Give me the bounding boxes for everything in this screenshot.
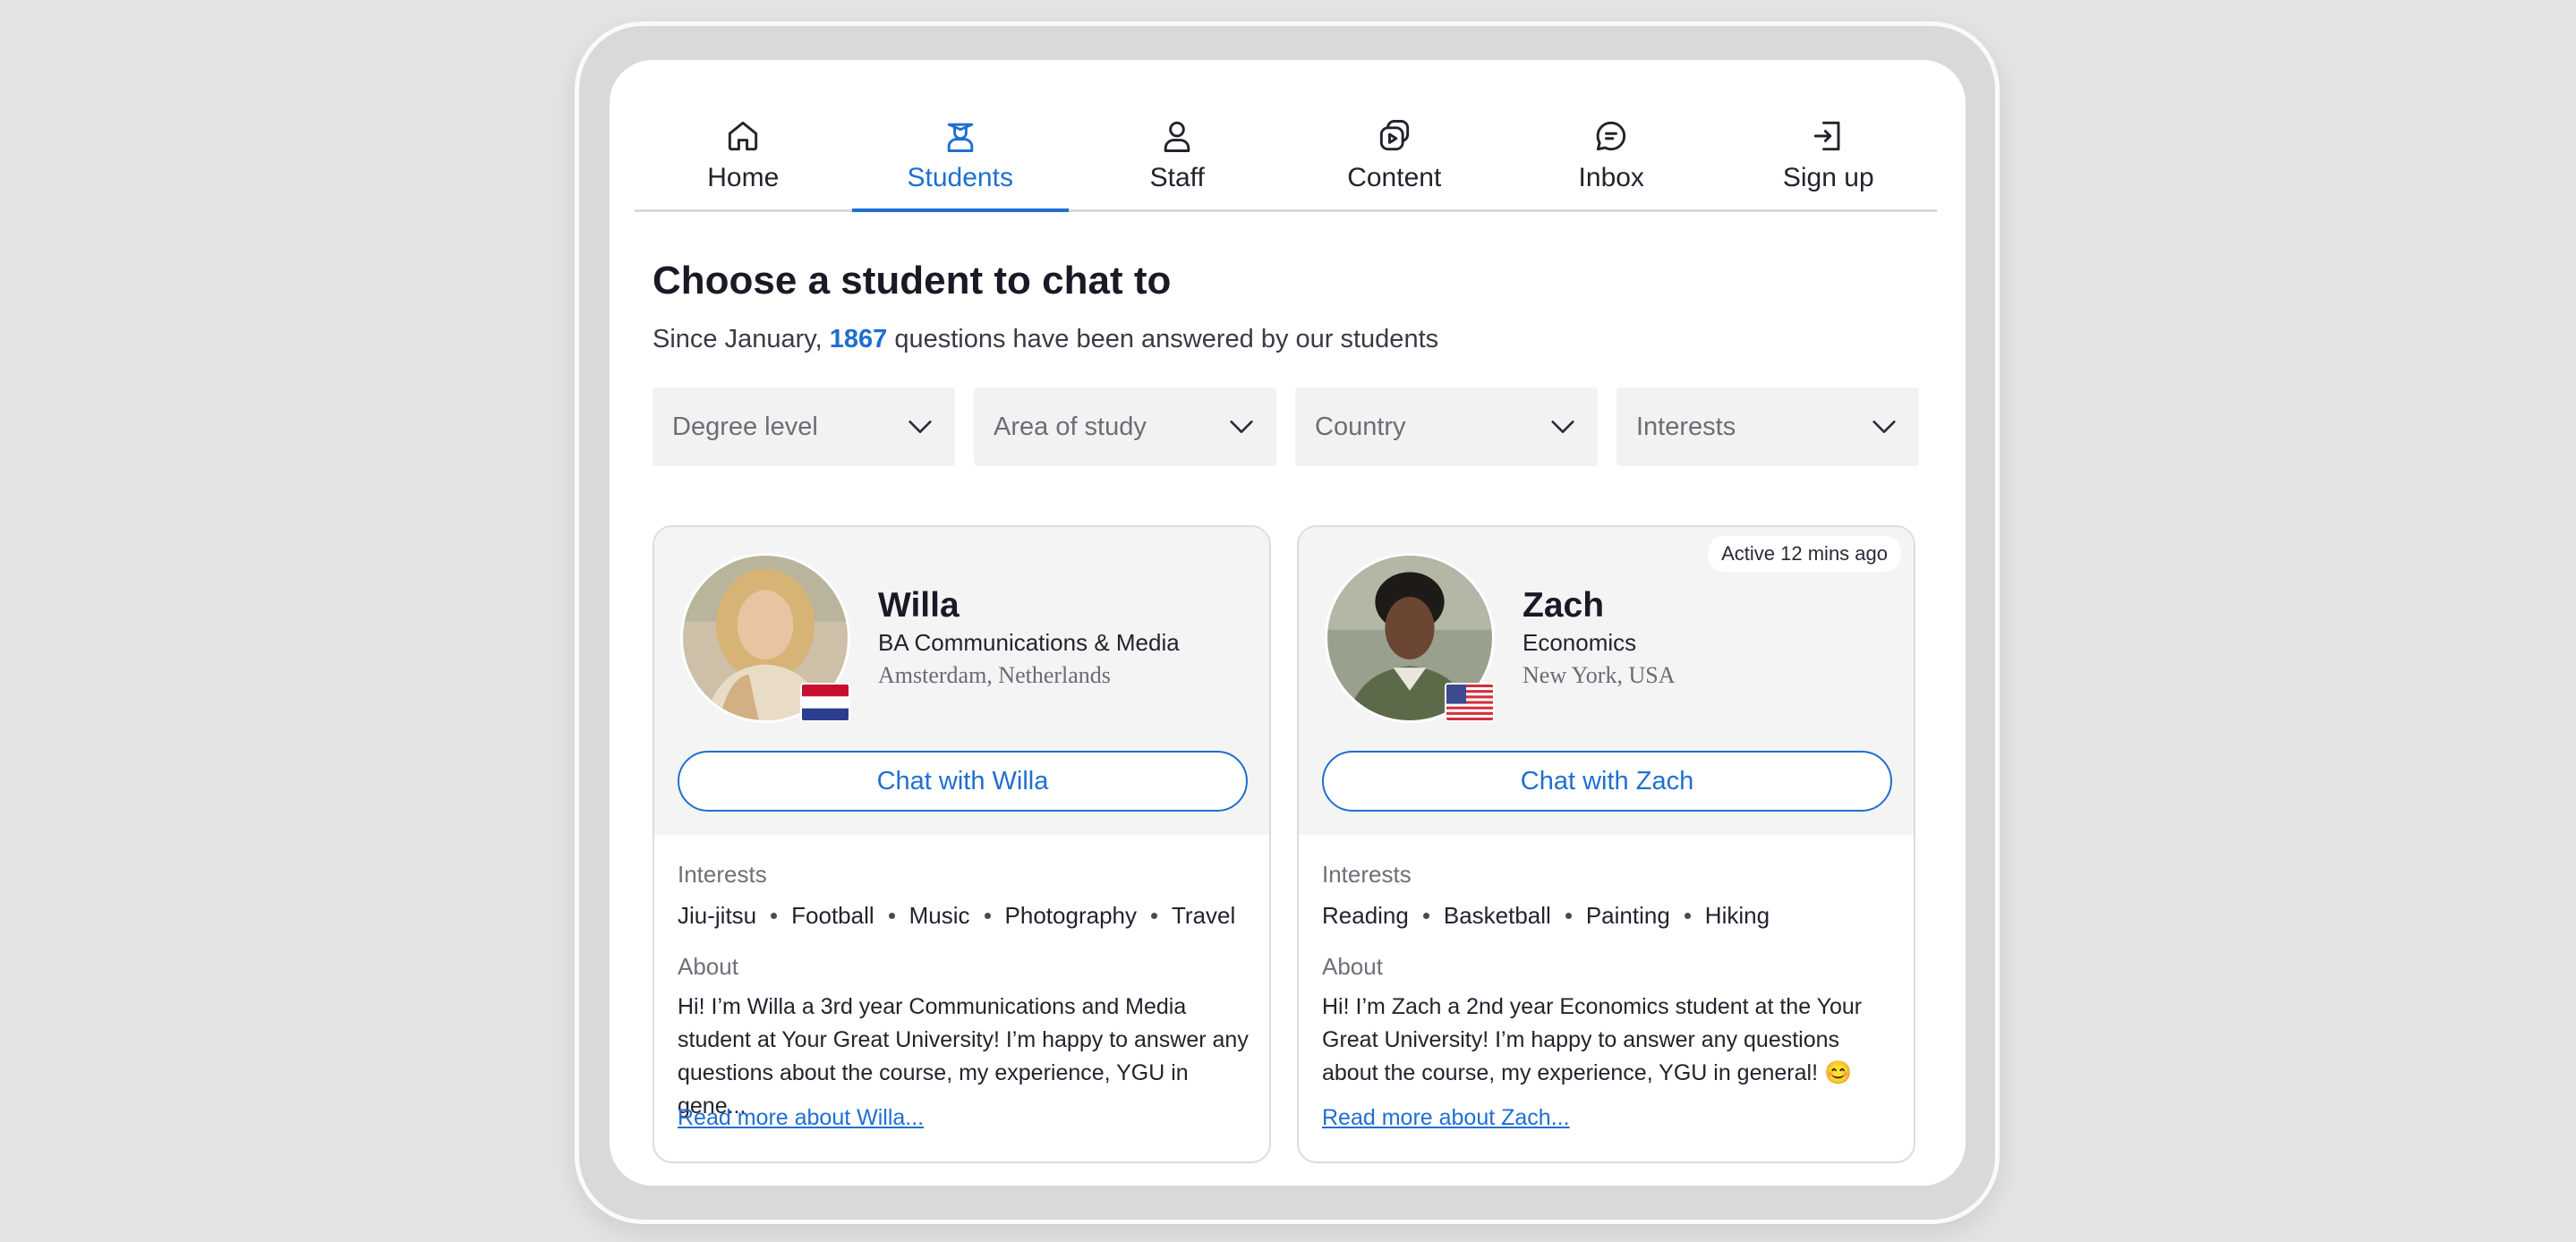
dropdown-placeholder: Area of study: [994, 412, 1147, 441]
usa-flag-icon: [1445, 683, 1495, 722]
separator-dot: [771, 913, 778, 919]
tab-label: Students: [907, 163, 1013, 192]
home-icon: [729, 121, 758, 151]
tab-inbox[interactable]: Inbox: [1503, 60, 1720, 209]
interest-item: Jiu-jitsu: [678, 902, 757, 929]
subtitle-prefix: Since January,: [653, 325, 823, 353]
student-degree: Economics: [1523, 629, 1637, 656]
read-more-link[interactable]: Read more about Zach...: [1322, 1105, 1570, 1131]
page-title: Choose a student to chat to: [653, 259, 1172, 302]
interest-item: Photography: [1004, 902, 1137, 929]
chat-bubble-icon: [1596, 121, 1626, 151]
tab-students[interactable]: Students: [851, 60, 1070, 212]
student-degree: BA Communications & Media: [878, 629, 1180, 656]
area-of-study-dropdown[interactable]: Area of study: [974, 387, 1276, 466]
interests-label: Interests: [678, 861, 767, 888]
card-header: Willa BA Communications & Media Amsterda…: [654, 527, 1269, 835]
netherlands-flag-icon: [800, 683, 850, 722]
nav-tabs: Home Students Staff Content Inbox Sign u…: [635, 60, 1937, 212]
about-label: About: [678, 953, 738, 980]
interest-item: Music: [908, 902, 970, 929]
about-text: Hi! I’m Willa a 3rd year Communications …: [678, 994, 1249, 1119]
tab-staff[interactable]: Staff: [1069, 60, 1286, 209]
filter-bar: Degree level Area of study Country Inter…: [653, 387, 1919, 466]
interest-item: Reading: [1322, 902, 1409, 929]
student-card-willa: Willa BA Communications & Media Amsterda…: [653, 525, 1271, 1163]
tab-label: Sign up: [1782, 163, 1874, 192]
interest-item: Painting: [1585, 902, 1670, 929]
card-header: Active 12 mins ago Zach Economics New Yo…: [1299, 527, 1914, 835]
chevron-down-icon: [1551, 421, 1574, 433]
chevron-down-icon: [1872, 421, 1896, 433]
interest-item: Football: [791, 902, 874, 929]
active-status-badge: Active 12 mins ago: [1708, 536, 1901, 572]
subtitle-suffix: questions have been answered by our stud…: [894, 325, 1439, 353]
separator-dot: [1151, 913, 1157, 919]
interests-dropdown[interactable]: Interests: [1616, 387, 1919, 466]
tab-sign-up[interactable]: Sign up: [1720, 60, 1938, 209]
chevron-down-icon: [908, 421, 932, 433]
interest-item: Hiking: [1704, 902, 1770, 929]
chat-with-zach-button[interactable]: Chat with Zach: [1322, 751, 1892, 812]
page-subtitle: Since January, 1867 questions have been …: [653, 325, 1438, 354]
student-card-zach: Active 12 mins ago Zach Economics New Yo…: [1297, 525, 1915, 1163]
about-label: About: [1322, 953, 1383, 980]
separator-dot: [1565, 913, 1572, 919]
tab-label: Inbox: [1578, 163, 1644, 192]
dropdown-placeholder: Country: [1315, 412, 1406, 441]
country-dropdown[interactable]: Country: [1295, 387, 1598, 466]
degree-level-dropdown[interactable]: Degree level: [653, 387, 955, 466]
sign-in-icon: [1813, 121, 1840, 151]
separator-dot: [1684, 913, 1691, 919]
dropdown-placeholder: Interests: [1636, 412, 1736, 441]
chat-with-willa-button[interactable]: Chat with Willa: [678, 751, 1248, 812]
separator-dot: [888, 913, 895, 919]
student-name: Zach: [1523, 586, 1605, 625]
tab-label: Home: [707, 163, 780, 192]
tab-label: Staff: [1149, 163, 1205, 192]
interests-label: Interests: [1322, 861, 1412, 888]
dropdown-placeholder: Degree level: [672, 412, 818, 441]
chevron-down-icon: [1230, 421, 1253, 433]
graduate-icon: [947, 123, 974, 152]
tablet-frame: Home Students Staff Content Inbox Sign u…: [575, 21, 2000, 1224]
student-name: Willa: [878, 586, 960, 625]
person-icon: [1164, 121, 1190, 152]
student-location: New York, USA: [1523, 662, 1676, 688]
tab-home[interactable]: Home: [635, 60, 852, 209]
interest-list: Reading Basketball Painting Hiking: [1322, 902, 1770, 930]
interest-item: Basketball: [1443, 902, 1551, 929]
interest-list: Jiu-jitsu Football Music Photography Tra…: [678, 902, 1235, 930]
question-count: 1867: [829, 325, 888, 353]
tab-content[interactable]: Content: [1286, 60, 1504, 209]
app-screen: Home Students Staff Content Inbox Sign u…: [610, 60, 1966, 1186]
content-icon: [1379, 120, 1409, 151]
about-text: Hi! I’m Zach a 2nd year Economics studen…: [1322, 994, 1863, 1085]
interest-item: Travel: [1172, 902, 1236, 929]
separator-dot: [984, 913, 991, 919]
tab-label: Content: [1347, 163, 1442, 192]
separator-dot: [1422, 913, 1429, 919]
read-more-link[interactable]: Read more about Willa...: [678, 1105, 924, 1131]
student-location: Amsterdam, Netherlands: [878, 662, 1111, 688]
